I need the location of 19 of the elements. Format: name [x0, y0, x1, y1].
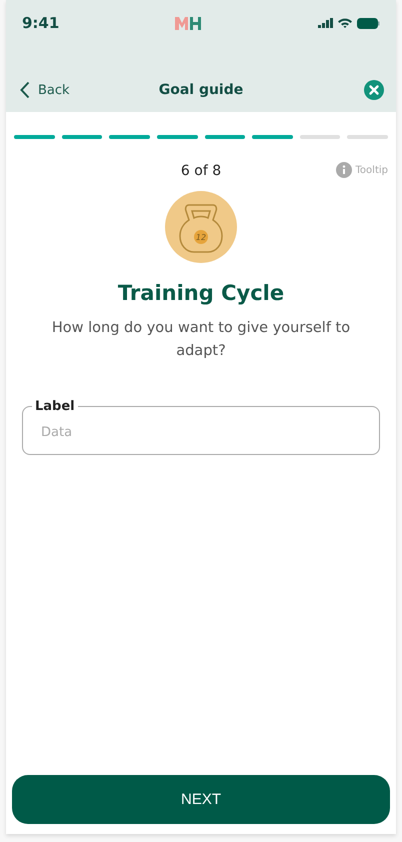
logo-icon [174, 15, 204, 31]
chevron-left-icon [20, 81, 30, 99]
status-time: 9:41 [22, 14, 60, 32]
screen-title: Goal guide [158, 82, 244, 98]
question-text: How long do you want to give yourself to adapt? [50, 319, 352, 361]
field-label: Label [34, 399, 76, 414]
next-button[interactable]: NEXT [12, 775, 390, 824]
close-button[interactable] [364, 80, 384, 100]
kettlebell-icon [165, 191, 237, 263]
step-title: Training Cycle [116, 281, 286, 305]
weight-label: 12 [196, 233, 206, 242]
info-icon [336, 162, 352, 178]
wifi-icon [338, 18, 352, 28]
battery-icon [357, 18, 380, 28]
back-button[interactable]: Back [20, 81, 70, 99]
input-field[interactable]: Data [31, 414, 371, 450]
step-counter: 6 of 8 [180, 163, 222, 179]
text-field[interactable]: Label Data [22, 399, 380, 455]
signal-icon [318, 18, 333, 28]
